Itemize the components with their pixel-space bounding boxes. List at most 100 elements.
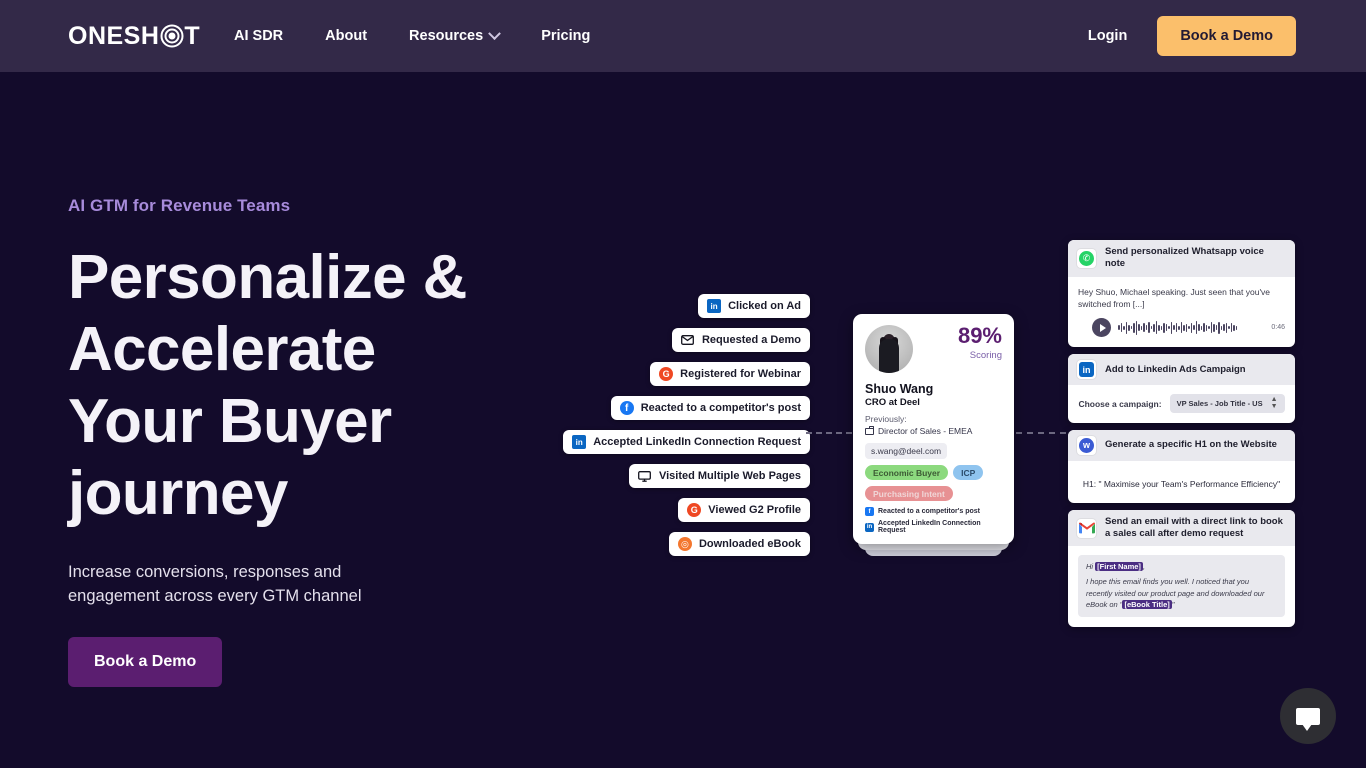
signal-chip[interactable]: G Registered for Webinar [650, 362, 810, 386]
login-link[interactable]: Login [1088, 28, 1127, 44]
audio-duration: 0:46 [1271, 324, 1285, 332]
action-card-website-h1[interactable]: w Generate a specific H1 on the Website … [1068, 429, 1295, 503]
briefcase-icon [865, 426, 874, 435]
nav-item-resources[interactable]: Resources [409, 20, 502, 52]
signal-chip-label: Downloaded eBook [698, 538, 801, 550]
score-value: 89% [957, 323, 1002, 348]
avatar [865, 325, 913, 373]
signal-chip[interactable]: G Viewed G2 Profile [678, 498, 810, 522]
play-icon[interactable] [1092, 318, 1111, 338]
email-greeting-prefix: Hi [1086, 562, 1096, 572]
action-card-header: Send an email with a direct link to book… [1068, 509, 1295, 547]
list-item: f Reacted to a competitor's post [865, 507, 1002, 516]
activity-label: Reacted to a competitor's post [878, 508, 981, 515]
campaign-select[interactable]: VP Sales - Job Title - US ▲ ▼ [1169, 394, 1285, 413]
previous-role: Director of Sales - EMEA [878, 426, 973, 436]
campaign-select-value: VP Sales - Job Title - US [1176, 399, 1263, 408]
audio-player[interactable]: 0:46 [1078, 318, 1285, 338]
nav-label: AI SDR [234, 28, 284, 44]
nav-item-about[interactable]: About [325, 20, 367, 52]
gmail-icon [1077, 518, 1096, 538]
linkedin-icon: in [1077, 360, 1096, 380]
linkedin-icon: in [572, 435, 587, 449]
stepper-icon: ▲ ▼ [1270, 396, 1278, 410]
nav-label: Resources [409, 28, 484, 44]
g2-icon: G [687, 503, 702, 517]
linkedin-icon: in [707, 299, 722, 313]
primary-nav: AI SDR About Resources Pricing [234, 0, 590, 72]
merge-token-first-name: [First Name] [1095, 562, 1143, 572]
envelope-icon [680, 333, 695, 347]
voice-note-transcript: Hey Shuo, Michael speaking. Just seen th… [1078, 286, 1271, 309]
profile-name: Shuo Wang [865, 382, 934, 396]
action-card-title: Generate a specific H1 on the Website [1105, 439, 1277, 451]
webflow-icon: w [1077, 435, 1096, 455]
hero-subtitle: Increase conversions, responses and enga… [68, 562, 362, 606]
status-badge: Purchasing Intent [865, 486, 953, 501]
logo-text-right: T [184, 22, 201, 50]
signal-chip[interactable]: in Clicked on Ad [698, 294, 810, 318]
action-card-title: Add to Linkedin Ads Campaign [1105, 363, 1246, 375]
action-card-header: in Add to Linkedin Ads Campaign [1068, 354, 1295, 386]
campaign-field-label: Choose a campaign: [1078, 398, 1162, 409]
generated-h1-text: H1: " Maximise your Team's Performance E… [1082, 478, 1281, 489]
action-card-list: ✆ Send personalized Whatsapp voice note … [1068, 240, 1295, 634]
action-card-email[interactable]: Send an email with a direct link to book… [1068, 509, 1295, 628]
action-card-body: Hi [First Name], I hope this email finds… [1068, 546, 1295, 627]
nav-item-pricing[interactable]: Pricing [541, 20, 590, 52]
waveform [1118, 320, 1264, 335]
book-demo-nav-button[interactable]: Book a Demo [1157, 16, 1296, 56]
g2-icon: G [659, 367, 674, 381]
action-card-body: Hey Shuo, Michael speaking. Just seen th… [1068, 277, 1295, 348]
chevron-down-icon [488, 26, 502, 40]
chat-bubble-icon [1296, 707, 1320, 731]
monitor-icon [637, 469, 652, 483]
list-item: in Accepted LinkedIn Connection Request [865, 520, 1002, 534]
signal-chip[interactable]: ◎ Downloaded eBook [668, 532, 810, 556]
profile-card-header: 89% Scoring [865, 325, 1002, 373]
nav-item-ai-sdr[interactable]: AI SDR [234, 20, 283, 52]
signal-chip[interactable]: in Accepted LinkedIn Connection Request [563, 430, 810, 454]
email-greeting: Hi [First Name], [1086, 562, 1277, 572]
previously-label: Previously: [865, 414, 907, 424]
hero-eyebrow: AI GTM for Revenue Teams [68, 196, 291, 215]
signal-chip-label: Accepted LinkedIn Connection Request [593, 436, 801, 448]
target-rings-icon [160, 24, 184, 48]
action-card-title: Send personalized Whatsapp voice note [1105, 246, 1264, 270]
lead-score: 89% Scoring [957, 323, 1002, 362]
signal-chip-label: Registered for Webinar [680, 368, 801, 380]
connector-line-right [1016, 432, 1066, 434]
action-card-body: H1: " Maximise your Team's Performance E… [1068, 461, 1295, 503]
email-body-part2: " [1171, 599, 1175, 609]
merge-token-ebook-title: [eBook Title] [1122, 599, 1172, 609]
email-body-part1: I hope this email finds you well. I noti… [1086, 577, 1265, 609]
action-card-linkedin-ads[interactable]: in Add to Linkedin Ads Campaign Choose a… [1068, 354, 1295, 423]
hero-content: AI GTM for Revenue Teams Personalize & A… [68, 196, 538, 688]
profile-tags-secondary: Purchasing Intent [865, 486, 1002, 501]
site-logo[interactable]: ONESH T [68, 22, 200, 50]
facebook-icon: f [619, 401, 634, 415]
page-title: Personalize & Accelerate Your Buyer jour… [68, 243, 467, 528]
profile-card[interactable]: 89% Scoring Shuo Wang CRO at Deel Previo… [853, 314, 1014, 544]
profile-email: s.wang@deel.com [865, 443, 948, 459]
email-greeting-suffix: , [1142, 562, 1146, 572]
signal-chip[interactable]: Visited Multiple Web Pages [628, 464, 810, 488]
signal-chip-label: Requested a Demo [701, 334, 801, 346]
profile-role: CRO at Deel [865, 397, 920, 408]
status-badge: Economic Buyer [865, 465, 949, 480]
email-body: I hope this email finds you well. I noti… [1086, 576, 1277, 610]
action-card-header: w Generate a specific H1 on the Website [1068, 429, 1295, 461]
signal-chip[interactable]: Requested a Demo [671, 328, 810, 352]
chat-widget-button[interactable] [1280, 688, 1336, 744]
book-demo-hero-button[interactable]: Book a Demo [68, 637, 223, 688]
ebook-icon: ◎ [677, 537, 692, 551]
signal-chip-label: Viewed G2 Profile [708, 504, 801, 516]
action-card-header: ✆ Send personalized Whatsapp voice note [1068, 240, 1295, 277]
linkedin-icon: in [865, 522, 874, 532]
action-card-whatsapp[interactable]: ✆ Send personalized Whatsapp voice note … [1068, 240, 1295, 348]
profile-activity-list: f Reacted to a competitor's post in Acce… [865, 507, 1002, 534]
action-card-title: Send an email with a direct link to book… [1105, 515, 1283, 540]
previous-role-row: Director of Sales - EMEA [865, 426, 1002, 436]
score-label: Scoring [969, 350, 1002, 361]
signal-chip[interactable]: f Reacted to a competitor's post [610, 396, 810, 420]
